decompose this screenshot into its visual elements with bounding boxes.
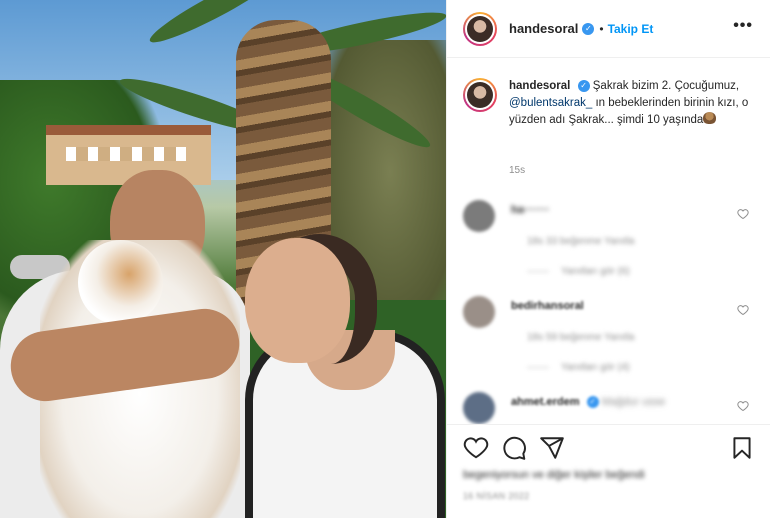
verified-icon: ✓ xyxy=(582,22,595,35)
header-username[interactable]: handesoral xyxy=(509,21,578,36)
comment-item: ha······· 18s 33 beğenme Yanıtla Yanıtla… xyxy=(463,200,759,290)
share-icon[interactable] xyxy=(539,435,565,461)
follow-button[interactable]: Takip Et xyxy=(608,22,654,36)
avatar-ring xyxy=(465,80,495,110)
view-replies-label: Yanıtları gör (6) xyxy=(561,266,630,277)
avatar-image xyxy=(467,82,493,108)
avatar[interactable] xyxy=(463,11,497,46)
comment-icon[interactable] xyxy=(501,435,527,461)
heart-icon[interactable] xyxy=(463,435,489,461)
verified-icon: ✓ xyxy=(586,396,599,409)
verified-icon: ✓ xyxy=(577,79,590,92)
replies-line xyxy=(527,270,549,272)
comment-heart-icon[interactable] xyxy=(737,304,749,316)
comment-avatar[interactable] xyxy=(463,296,495,328)
separator-dot: • xyxy=(599,21,604,36)
post-caption: handesoral ✓ Şakrak bizim 2. Çocuğumuz, … xyxy=(463,78,759,129)
post-date: 16 NİSAN 2022 xyxy=(463,491,530,501)
instagram-post-modal: handesoral ✓ • Takip Et ••• handesoral ✓… xyxy=(0,0,770,518)
post-side-panel: handesoral ✓ • Takip Et ••• handesoral ✓… xyxy=(446,0,770,518)
comment-username[interactable]: ha······· xyxy=(511,204,549,216)
avatar-ring xyxy=(465,13,495,44)
post-photo[interactable] xyxy=(0,0,446,518)
pie-emoji-icon xyxy=(703,112,717,124)
comment-heart-icon[interactable] xyxy=(737,208,749,220)
more-icon[interactable]: ••• xyxy=(733,18,753,34)
caption-username[interactable]: handesoral xyxy=(509,80,570,92)
comment-text: Mağdur usse xyxy=(601,396,666,408)
view-replies-link[interactable]: Yanıtları gör (6) xyxy=(527,266,630,277)
comment-avatar[interactable] xyxy=(463,200,495,232)
comment-username[interactable]: bedirhansoral xyxy=(511,300,584,312)
comment-username-text: ahmet.erdem xyxy=(511,396,580,408)
comment-item: bedirhansoral 18s 59 beğenme Yanıtla Yan… xyxy=(463,296,759,386)
comment-meta: 18s 59 beğenme Yanıtla xyxy=(527,332,635,343)
comment-item: ahmet.erdem ✓ Mağdur usse xyxy=(463,392,759,424)
comment-list[interactable]: ha······· 18s 33 beğenme Yanıtla Yanıtla… xyxy=(447,192,770,424)
caption-time: 15s xyxy=(509,165,526,176)
caption-mention[interactable]: @bulentsakrak_ xyxy=(509,97,592,109)
comment-heart-icon[interactable] xyxy=(737,400,749,412)
view-replies-label: Yanıtları gör (4) xyxy=(561,362,630,373)
comment-username[interactable]: ahmet.erdem ✓ Mağdur usse xyxy=(511,396,666,409)
caption-avatar[interactable] xyxy=(463,78,497,112)
comment-meta: 18s 33 beğenme Yanıtla xyxy=(527,236,635,247)
comment-avatar[interactable] xyxy=(463,392,495,424)
bookmark-icon[interactable] xyxy=(729,435,755,461)
post-header: handesoral ✓ • Takip Et ••• xyxy=(447,0,770,58)
cat-head xyxy=(78,240,163,325)
caption-text: handesoral ✓ Şakrak bizim 2. Çocuğumuz, … xyxy=(509,78,757,129)
caption-body-start: Şakrak bizim 2. Çocuğumuz, xyxy=(592,80,740,92)
woman-head xyxy=(245,238,350,363)
avatar-image xyxy=(467,15,493,42)
replies-line xyxy=(527,366,549,368)
photo-house xyxy=(46,125,211,185)
post-actions: begeniyorsun ve diğer kişiler beğendi 16… xyxy=(447,424,770,518)
likes-count[interactable]: begeniyorsun ve diğer kişiler beğendi xyxy=(463,469,645,481)
view-replies-link[interactable]: Yanıtları gör (4) xyxy=(527,362,630,373)
